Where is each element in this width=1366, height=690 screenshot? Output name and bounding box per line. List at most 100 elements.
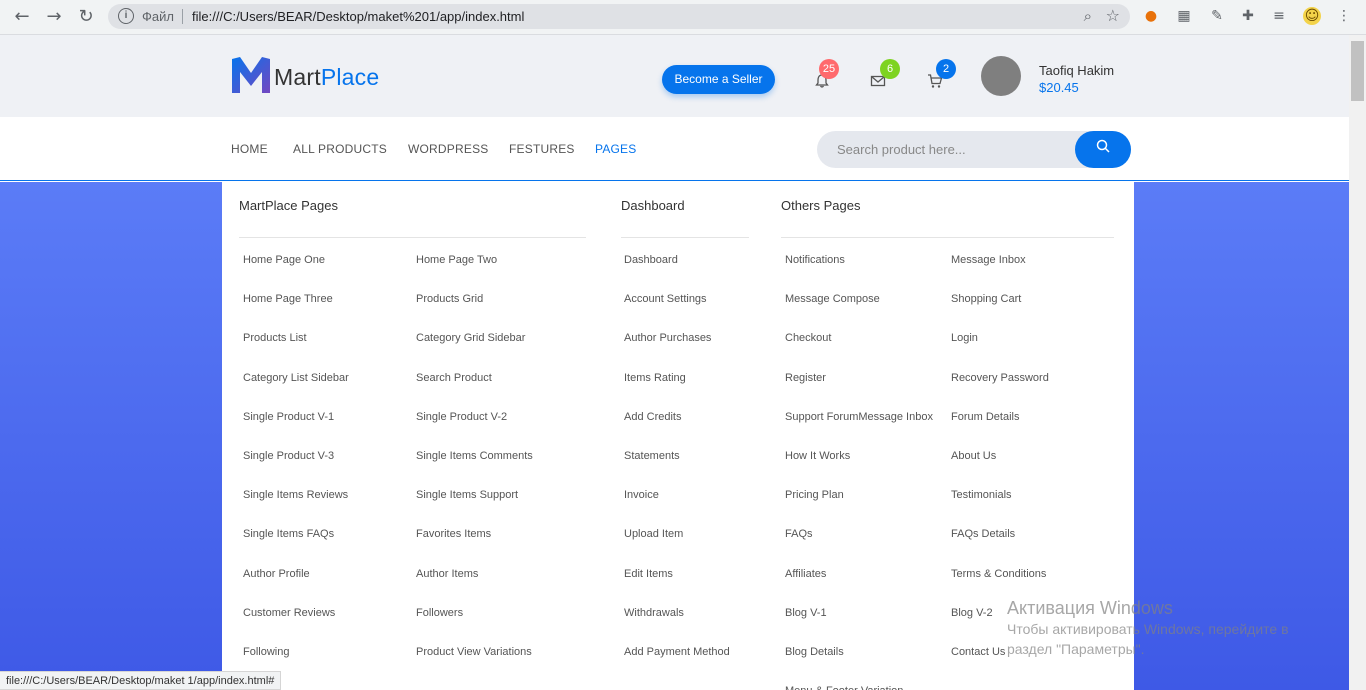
bookmark-star-icon[interactable]: ☆ xyxy=(1106,6,1120,25)
menu-link[interactable]: Terms & Conditions xyxy=(951,564,1049,603)
page-scrollbar[interactable] xyxy=(1349,35,1366,690)
menu-link[interactable]: Contact Us xyxy=(951,642,1049,681)
menu-link[interactable]: Category List Sidebar xyxy=(243,368,349,407)
menu-link[interactable]: Products List xyxy=(243,328,349,367)
menu-link[interactable]: Message Compose xyxy=(785,289,933,328)
menu-link[interactable]: Recovery Password xyxy=(951,368,1049,407)
pages-mega-menu: MartPlace Pages Home Page One Home Page T… xyxy=(222,182,1134,690)
menu-link[interactable]: Category Grid Sidebar xyxy=(416,328,533,367)
logo-m-icon xyxy=(232,57,270,93)
nav-all-products[interactable]: ALL PRODUCTS xyxy=(293,142,387,156)
menu-link[interactable]: Account Settings xyxy=(624,289,730,328)
scrollbar-thumb[interactable] xyxy=(1351,41,1364,101)
others-pages-left-list: Notifications Message Compose Checkout Regi… xyxy=(785,250,933,690)
menu-link[interactable]: Single Product V-1 xyxy=(243,407,349,446)
nav-wordpress[interactable]: WORDPRESS xyxy=(408,142,488,156)
menu-link[interactable]: How It Works xyxy=(785,446,933,485)
menu-link[interactable]: Single Items Comments xyxy=(416,446,533,485)
url-scheme-label: Файл xyxy=(142,9,174,24)
menu-link[interactable]: Single Items Support xyxy=(416,485,533,524)
menu-link[interactable]: Add Payment Method xyxy=(624,642,730,681)
divider xyxy=(239,237,586,238)
menu-link[interactable]: Home Page Two xyxy=(416,250,533,289)
menu-link[interactable]: Checkout xyxy=(785,328,933,367)
menu-link[interactable]: Testimonials xyxy=(951,485,1049,524)
back-arrow-icon[interactable]: ← xyxy=(10,6,34,28)
menu-link[interactable]: Support ForumMessage Inbox xyxy=(785,407,933,446)
become-seller-button[interactable]: Become a Seller xyxy=(662,65,775,94)
menu-link[interactable]: Upload Item xyxy=(624,524,730,563)
avatar-extension-icon[interactable]: ☺ xyxy=(1303,7,1321,25)
menu-link[interactable]: Blog V-1 xyxy=(785,603,933,642)
forward-arrow-icon[interactable]: → xyxy=(42,6,66,28)
menu-link[interactable]: Shopping Cart xyxy=(951,289,1049,328)
divider xyxy=(621,237,749,238)
zoom-icon[interactable]: ⌕ xyxy=(1084,7,1092,25)
menu-link[interactable]: Pricing Plan xyxy=(785,485,933,524)
menu-link[interactable]: Blog Details xyxy=(785,642,933,681)
menu-link[interactable]: Withdrawals xyxy=(624,603,730,642)
address-separator xyxy=(182,9,183,24)
search-button[interactable] xyxy=(1075,131,1131,168)
nav-features[interactable]: FESTURES xyxy=(509,142,575,156)
menu-link[interactable]: Forum Details xyxy=(951,407,1049,446)
dashboard-list: Dashboard Account Settings Author Purchase… xyxy=(624,250,730,681)
puzzle-extension-icon[interactable]: ✚ xyxy=(1239,7,1257,25)
user-avatar[interactable] xyxy=(981,56,1021,96)
menu-link[interactable]: Favorites Items xyxy=(416,524,533,563)
pipette-extension-icon[interactable]: ✎ xyxy=(1208,7,1226,25)
user-balance: $20.45 xyxy=(1039,80,1079,95)
cart-count-badge: 2 xyxy=(936,59,956,79)
menu-link[interactable]: Login xyxy=(951,328,1049,367)
menu-link[interactable]: Home Page Three xyxy=(243,289,349,328)
menu-link[interactable]: Products Grid xyxy=(416,289,533,328)
reload-icon[interactable]: ↻ xyxy=(74,6,98,28)
product-search xyxy=(817,131,1131,168)
search-icon xyxy=(1096,139,1110,153)
menu-link[interactable]: Invoice xyxy=(624,485,730,524)
menu-link[interactable]: Menu & Footer Variation xyxy=(785,681,933,690)
address-bar[interactable]: i Файл file:///C:/Users/BEAR/Desktop/mak… xyxy=(108,4,1130,29)
search-input[interactable] xyxy=(837,131,1067,168)
menu-link[interactable]: Single Product V-3 xyxy=(243,446,349,485)
menu-link[interactable]: Message Inbox xyxy=(951,250,1049,289)
menu-link[interactable]: About Us xyxy=(951,446,1049,485)
menu-link[interactable]: Customer Reviews xyxy=(243,603,349,642)
search-extension-icon[interactable]: ● xyxy=(1142,7,1160,25)
playlist-extension-icon[interactable]: ≡ xyxy=(1270,7,1288,25)
menu-link[interactable]: Author Items xyxy=(416,564,533,603)
menu-link[interactable]: Author Profile xyxy=(243,564,349,603)
menu-link[interactable]: Single Items Reviews xyxy=(243,485,349,524)
menu-link[interactable]: Home Page One xyxy=(243,250,349,289)
menu-link[interactable]: Blog V-2 xyxy=(951,603,1049,642)
site-info-icon[interactable]: i xyxy=(118,8,134,24)
menu-link[interactable]: Search Product xyxy=(416,368,533,407)
more-menu-icon[interactable]: ⋮ xyxy=(1335,7,1353,25)
dashboard-title: Dashboard xyxy=(621,198,685,213)
user-name[interactable]: Taofiq Hakim xyxy=(1039,63,1114,78)
qr-extension-icon[interactable]: ▦ xyxy=(1175,7,1193,25)
menu-link[interactable]: FAQs Details xyxy=(951,524,1049,563)
menu-link[interactable]: Single Items FAQs xyxy=(243,524,349,563)
menu-link[interactable]: Notifications xyxy=(785,250,933,289)
menu-link[interactable]: Product View Variations xyxy=(416,642,533,681)
menu-link[interactable]: Affiliates xyxy=(785,564,933,603)
menu-link[interactable]: Followers xyxy=(416,603,533,642)
menu-link[interactable]: Dashboard xyxy=(624,250,730,289)
nav-pages[interactable]: PAGES xyxy=(595,142,636,156)
divider xyxy=(781,237,1114,238)
url-text[interactable]: file:///C:/Users/BEAR/Desktop/maket%201/… xyxy=(192,9,524,24)
menu-link[interactable]: Register xyxy=(785,368,933,407)
menu-link[interactable]: FAQs xyxy=(785,524,933,563)
menu-link[interactable]: Single Product V-2 xyxy=(416,407,533,446)
martplace-pages-title: MartPlace Pages xyxy=(239,198,338,213)
browser-toolbar: ← → ↻ i Файл file:///C:/Users/BEAR/Deskt… xyxy=(0,0,1366,35)
nav-home[interactable]: HOME xyxy=(231,142,268,156)
logo-text: MartPlace xyxy=(274,64,380,90)
link-status-bar: file:///C:/Users/BEAR/Desktop/maket 1/ap… xyxy=(0,671,282,690)
menu-link[interactable]: Items Rating xyxy=(624,368,730,407)
menu-link[interactable]: Statements xyxy=(624,446,730,485)
menu-link[interactable]: Edit Items xyxy=(624,564,730,603)
menu-link[interactable]: Author Purchases xyxy=(624,328,730,367)
menu-link[interactable]: Add Credits xyxy=(624,407,730,446)
